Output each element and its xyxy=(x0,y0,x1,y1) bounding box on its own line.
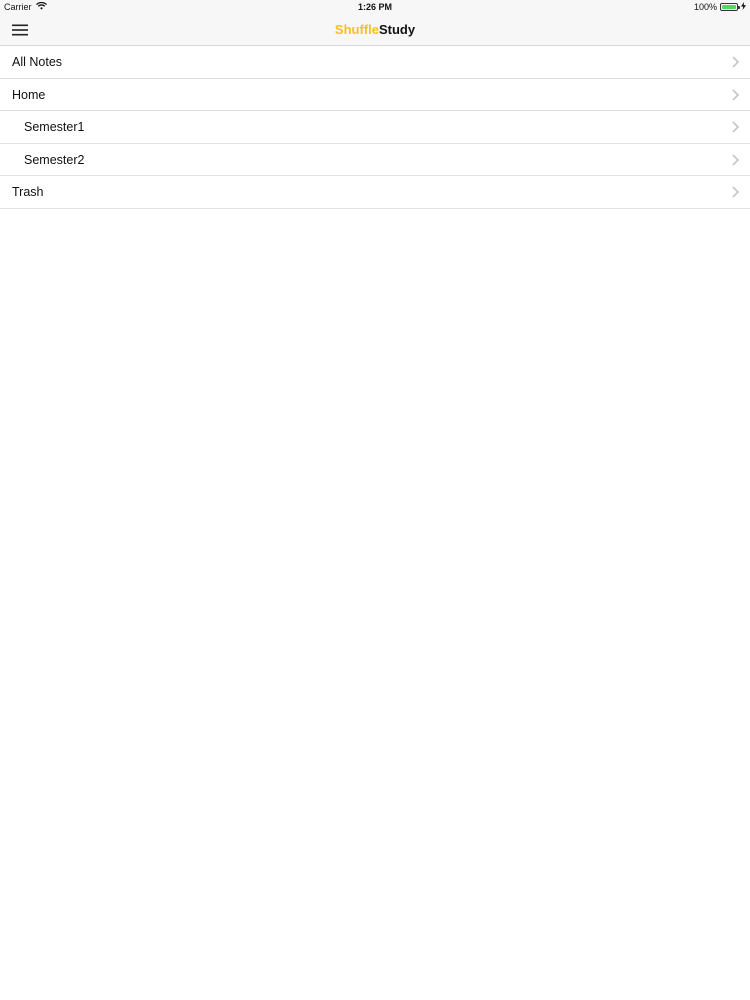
battery-icon xyxy=(720,3,740,11)
list-item-label: All Notes xyxy=(12,55,63,69)
list-item-label: Semester2 xyxy=(24,152,85,167)
chevron-right-icon xyxy=(730,120,740,134)
list-item-label: Semester1 xyxy=(24,120,85,134)
list-item-semester1[interactable]: Semester1 xyxy=(0,111,750,144)
list-item-label: Home xyxy=(12,87,46,102)
list-item-all-notes[interactable]: All Notes xyxy=(0,46,750,79)
app-screen: Carrier 1:26 PM 100% ShuffleStudy All No… xyxy=(0,0,750,1000)
battery-percent: 100% xyxy=(693,2,717,12)
app-title-accent: Shuffle xyxy=(334,22,379,37)
list-item-label: Trash xyxy=(12,185,44,199)
navigation-bar: ShuffleStudy xyxy=(0,14,750,46)
chevron-right-icon xyxy=(730,55,740,69)
list-item-home[interactable]: Home xyxy=(0,78,750,111)
chevron-right-icon xyxy=(730,88,740,102)
battery-fill xyxy=(722,5,736,9)
bolt-icon xyxy=(741,2,746,12)
battery-cap xyxy=(738,6,740,9)
list-item-trash[interactable]: Trash xyxy=(0,176,750,209)
chevron-right-icon xyxy=(730,153,740,167)
app-title-main: Study xyxy=(378,22,416,37)
folder-list: All Notes Home Semester1 Semester2 Trash xyxy=(0,46,750,209)
status-right: 100% xyxy=(694,2,746,12)
app-title: ShuffleStudy xyxy=(0,22,750,37)
list-item-semester2[interactable]: Semester2 xyxy=(0,143,750,176)
status-time: 1:26 PM xyxy=(357,2,392,12)
chevron-right-icon xyxy=(730,185,740,199)
status-bar: Carrier 1:26 PM 100% xyxy=(0,0,750,14)
